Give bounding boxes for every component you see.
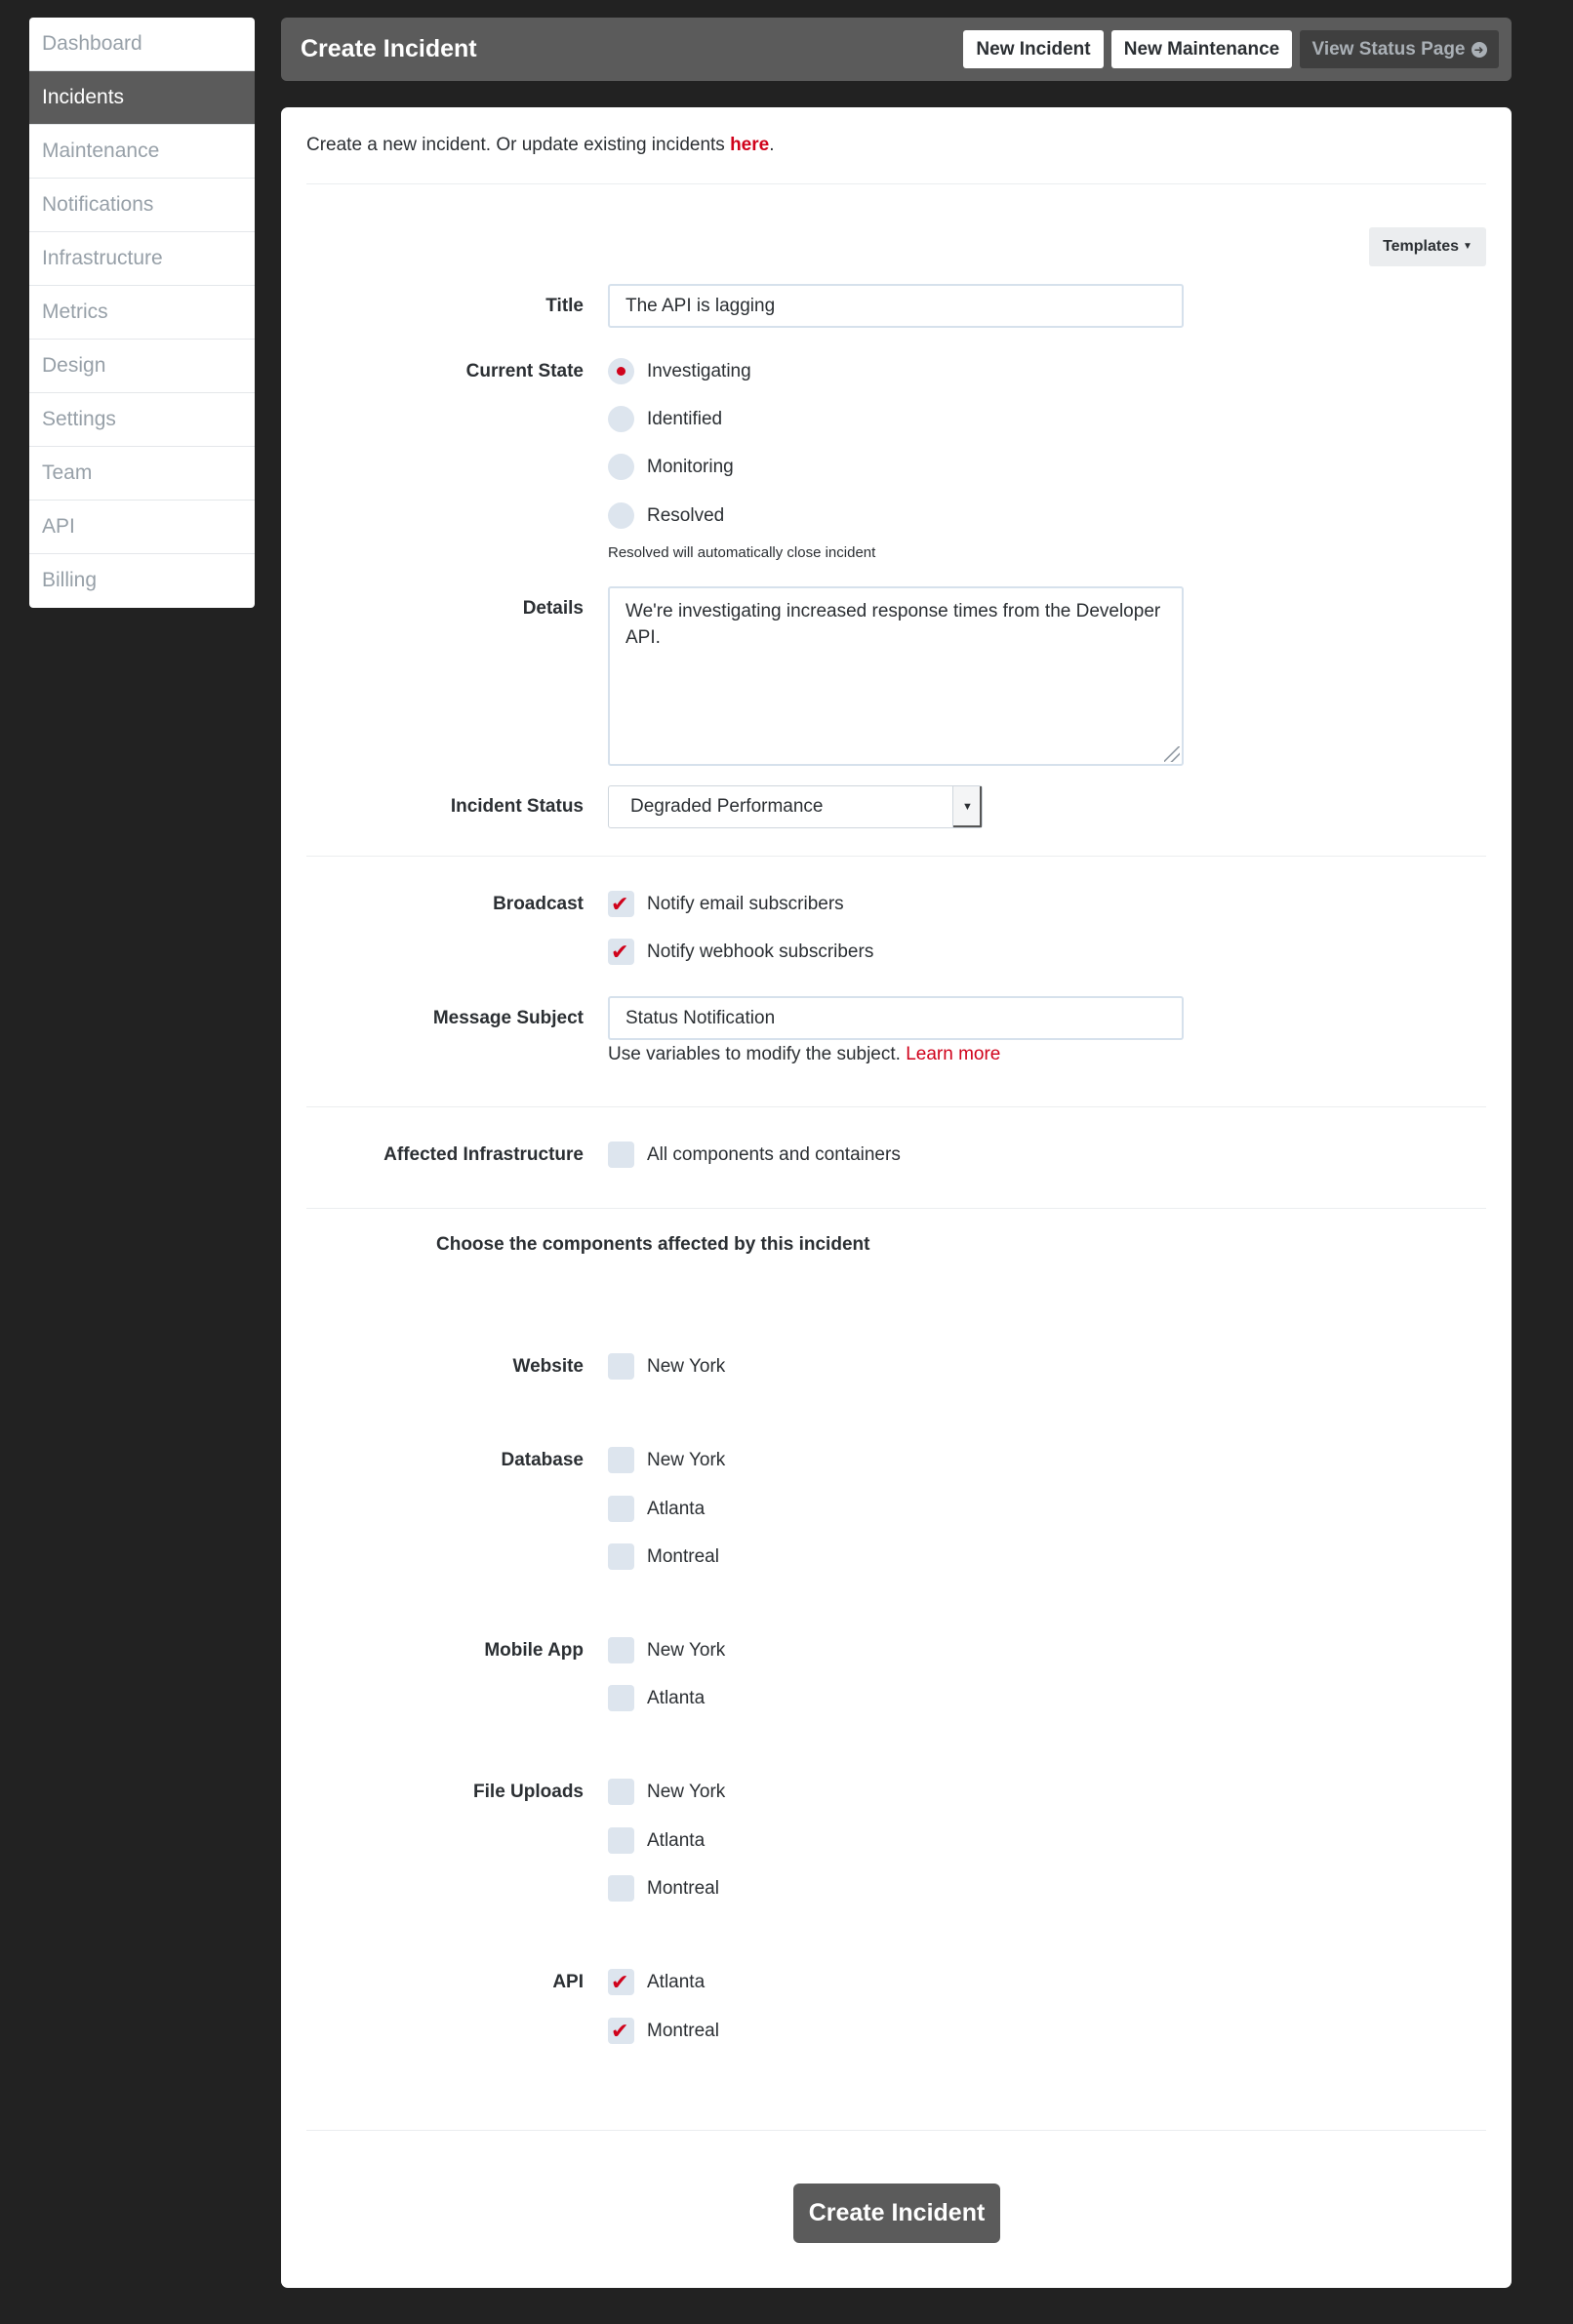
divider: [306, 1106, 1486, 1107]
sidebar-item-design[interactable]: Design: [29, 340, 255, 393]
api-montreal-checkbox[interactable]: ✔: [608, 2018, 634, 2044]
components-heading: Choose the components affected by this i…: [436, 1234, 870, 1255]
checkmark-icon: ✔: [611, 940, 629, 964]
caret-down-icon: ▼: [1463, 241, 1472, 252]
title-input[interactable]: The API is lagging: [608, 284, 1184, 328]
view-status-page-button[interactable]: View Status Page ➜: [1300, 30, 1499, 68]
details-textarea[interactable]: We're investigating increased response t…: [608, 586, 1184, 766]
incident-status-label: Incident Status: [450, 796, 584, 817]
intro-text: Create a new incident. Or update existin…: [306, 135, 775, 155]
file-uploads-new-york-checkbox[interactable]: [608, 1779, 634, 1805]
details-label: Details: [522, 598, 584, 619]
divider: [306, 1208, 1486, 1209]
message-subject-input[interactable]: Status Notification: [608, 996, 1184, 1040]
affected-infrastructure-label: Affected Infrastructure: [383, 1144, 584, 1165]
radio-identified[interactable]: [608, 406, 634, 432]
sidebar-item-maintenance[interactable]: Maintenance: [29, 125, 255, 179]
title-label: Title: [545, 296, 584, 316]
mobile-app-atlanta-checkbox[interactable]: [608, 1685, 634, 1711]
website-new-york-checkbox[interactable]: [608, 1353, 634, 1380]
sidebar-nav: Dashboard Incidents Maintenance Notifica…: [29, 18, 255, 608]
radio-monitoring[interactable]: [608, 454, 634, 480]
select-arrow-icon[interactable]: ▼: [952, 786, 982, 827]
radio-investigating[interactable]: [608, 358, 634, 384]
incident-status-select[interactable]: Degraded Performance ▼: [608, 785, 983, 828]
checkmark-icon: ✔: [611, 892, 629, 916]
page-title: Create Incident: [301, 35, 477, 62]
create-incident-card: Create a new incident. Or update existin…: [281, 107, 1512, 2288]
mobile-app-new-york-checkbox[interactable]: [608, 1637, 634, 1663]
new-incident-button[interactable]: New Incident: [963, 30, 1104, 68]
checkmark-icon: ✔: [611, 2019, 629, 2043]
all-components-checkbox[interactable]: [608, 1142, 634, 1168]
component-label-mobile-app: Mobile App: [484, 1640, 584, 1661]
component-label-website: Website: [512, 1356, 584, 1377]
sidebar-item-dashboard[interactable]: Dashboard: [29, 18, 255, 71]
resolved-help-text: Resolved will automatically close incide…: [608, 544, 876, 561]
arrow-circle-right-icon: ➜: [1471, 42, 1487, 58]
database-montreal-checkbox[interactable]: [608, 1543, 634, 1570]
divider: [306, 2130, 1486, 2131]
notify-webhook-checkbox[interactable]: ✔: [608, 939, 634, 965]
page-header: Create Incident New Incident New Mainten…: [281, 18, 1512, 81]
sidebar-item-infrastructure[interactable]: Infrastructure: [29, 232, 255, 286]
existing-incidents-link[interactable]: here: [730, 135, 769, 155]
view-status-page-label: View Status Page: [1311, 39, 1466, 60]
checkmark-icon: ✔: [611, 1970, 629, 1994]
sidebar-item-notifications[interactable]: Notifications: [29, 179, 255, 232]
api-atlanta-checkbox[interactable]: ✔: [608, 1969, 634, 1995]
templates-dropdown-button[interactable]: Templates ▼: [1369, 227, 1486, 266]
component-label-database: Database: [501, 1450, 585, 1470]
notify-email-checkbox[interactable]: ✔: [608, 891, 634, 917]
file-uploads-montreal-checkbox[interactable]: [608, 1875, 634, 1902]
sidebar-item-incidents[interactable]: Incidents: [29, 71, 255, 125]
component-label-api: API: [552, 1972, 584, 1992]
component-label-file-uploads: File Uploads: [473, 1782, 584, 1802]
new-maintenance-button[interactable]: New Maintenance: [1111, 30, 1292, 68]
radio-resolved[interactable]: [608, 502, 634, 529]
sidebar-item-metrics[interactable]: Metrics: [29, 286, 255, 340]
database-atlanta-checkbox[interactable]: [608, 1496, 634, 1522]
message-subject-help: Use variables to modify the subject. Lea…: [608, 1044, 1001, 1064]
sidebar-item-api[interactable]: API: [29, 501, 255, 554]
database-new-york-checkbox[interactable]: [608, 1447, 634, 1473]
create-incident-button[interactable]: Create Incident: [793, 2184, 1000, 2243]
message-subject-label: Message Subject: [432, 1008, 584, 1028]
broadcast-label: Broadcast: [493, 894, 584, 914]
file-uploads-atlanta-checkbox[interactable]: [608, 1827, 634, 1854]
current-state-label: Current State: [465, 361, 584, 381]
divider: [306, 856, 1486, 857]
resize-grip-icon[interactable]: [1164, 746, 1180, 762]
sidebar-item-settings[interactable]: Settings: [29, 393, 255, 447]
sidebar-item-billing[interactable]: Billing: [29, 554, 255, 608]
divider: [306, 183, 1486, 184]
learn-more-link[interactable]: Learn more: [906, 1044, 1000, 1064]
sidebar-item-team[interactable]: Team: [29, 447, 255, 501]
